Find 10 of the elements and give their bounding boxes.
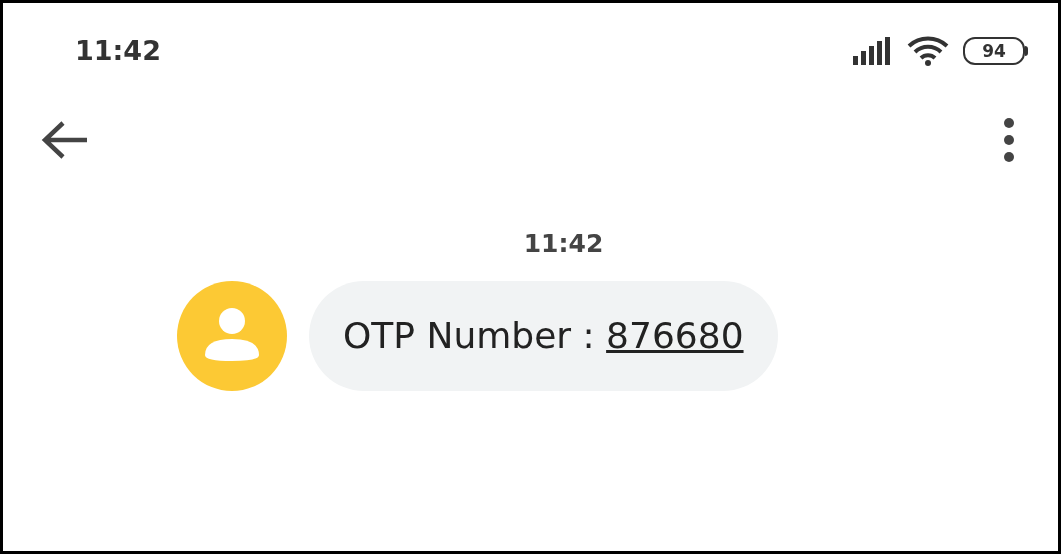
wifi-icon (907, 36, 949, 66)
more-options-icon[interactable] (1002, 117, 1016, 163)
battery-icon: 94 (963, 37, 1028, 65)
signal-icon (853, 37, 893, 65)
otp-link[interactable]: 876680 (606, 314, 744, 356)
avatar-icon (177, 280, 287, 391)
status-time: 11:42 (75, 33, 161, 68)
message-text: OTP Number : 876680 (343, 313, 744, 358)
message-timestamp: 11:42 (523, 228, 604, 260)
back-icon[interactable] (41, 119, 89, 161)
